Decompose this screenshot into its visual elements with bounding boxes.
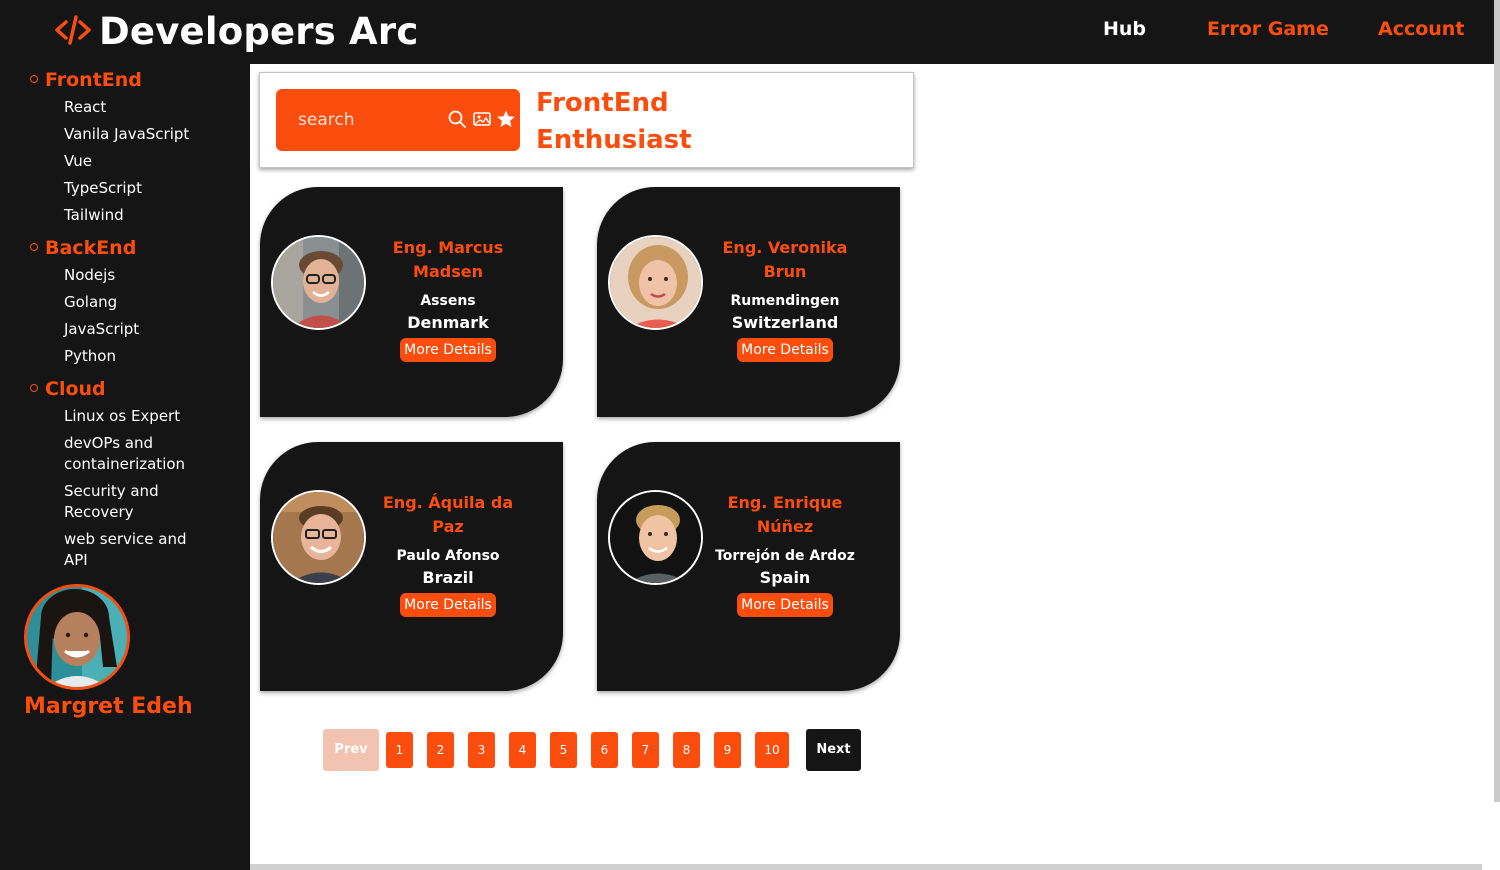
developer-name: Eng. Veronika Brun [722, 238, 848, 281]
sidebar-item-devops[interactable]: devOPs and containerization [64, 433, 214, 475]
circle-bullet-icon [30, 74, 38, 83]
developer-country: Brazil [422, 568, 474, 587]
sidebar-item-web-service[interactable]: web service and API [64, 529, 214, 571]
circle-bullet-icon [30, 242, 38, 251]
developer-card: Eng. Veronika Brun Rumendingen Switzerla… [597, 187, 900, 417]
category-label: BackEnd [45, 237, 137, 259]
page-button-10[interactable]: 10 [755, 732, 789, 768]
developer-card: Eng. Enrique Núñez Torrejón de Ardoz Spa… [597, 442, 900, 691]
developer-avatar [608, 490, 703, 585]
developer-info: Eng. Enrique Núñez Torrejón de Ardoz Spa… [715, 491, 855, 617]
nav-error-game[interactable]: Error Game [1207, 18, 1329, 40]
category-label: FrontEnd [45, 69, 142, 91]
profile-name[interactable]: Margret Edeh [24, 694, 193, 719]
sidebar: FrontEnd React Vanila JavaScript Vue Typ… [0, 64, 250, 870]
next-page-button[interactable]: Next [806, 729, 861, 771]
star-icon[interactable] [496, 109, 516, 129]
vertical-scrollbar[interactable] [1494, 0, 1500, 802]
page-button-1[interactable]: 1 [386, 732, 413, 768]
developer-name: Eng. Marcus Madsen [392, 238, 504, 281]
developer-city: Paulo Afonso [396, 548, 500, 564]
developer-info: Eng. Áquila da Paz Paulo Afonso Brazil M… [378, 491, 518, 617]
sidebar-category-frontend[interactable]: FrontEnd [30, 69, 142, 91]
developer-info: Eng. Veronika Brun Rumendingen Switzerla… [715, 236, 855, 362]
nav-hub[interactable]: Hub [1103, 18, 1146, 40]
more-details-button[interactable]: More Details [400, 593, 496, 617]
developer-city: Assens [420, 293, 476, 309]
developer-avatar [271, 490, 366, 585]
page-button-8[interactable]: 8 [673, 732, 700, 768]
more-details-button[interactable]: More Details [737, 593, 833, 617]
page-button-5[interactable]: 5 [550, 732, 577, 768]
developer-avatar [271, 235, 366, 330]
page-button-9[interactable]: 9 [714, 732, 741, 768]
developer-city: Torrejón de Ardoz [715, 548, 855, 564]
developer-country: Denmark [407, 313, 489, 332]
page-button-4[interactable]: 4 [509, 732, 536, 768]
sidebar-item-tailwind[interactable]: Tailwind [64, 205, 214, 226]
developer-country: Switzerland [731, 313, 839, 332]
brand-title[interactable]: Developers Arc [99, 10, 418, 53]
search-bar [276, 89, 520, 151]
sidebar-item-vanila-javascript[interactable]: Vanila JavaScript [64, 124, 214, 145]
developer-avatar [608, 235, 703, 330]
nav-account[interactable]: Account [1378, 18, 1464, 40]
prev-page-button[interactable]: Prev [323, 729, 379, 771]
code-icon [55, 15, 91, 45]
sidebar-item-python[interactable]: Python [64, 346, 214, 367]
sidebar-category-backend[interactable]: BackEnd [30, 237, 136, 259]
sidebar-item-react[interactable]: React [64, 97, 214, 118]
horizontal-scrollbar[interactable] [250, 864, 1482, 870]
page-button-6[interactable]: 6 [591, 732, 618, 768]
profile-avatar[interactable] [24, 584, 130, 690]
developer-name: Eng. Áquila da Paz [382, 493, 514, 536]
search-input[interactable] [298, 108, 438, 132]
page-button-3[interactable]: 3 [468, 732, 495, 768]
sidebar-item-vue[interactable]: Vue [64, 151, 214, 172]
more-details-button[interactable]: More Details [737, 338, 833, 362]
category-label: Cloud [45, 378, 106, 400]
sidebar-item-typescript[interactable]: TypeScript [64, 178, 214, 199]
search-panel: FrontEnd Enthusiast [259, 72, 914, 168]
developer-name: Eng. Enrique Núñez [727, 493, 843, 536]
sidebar-item-nodejs[interactable]: Nodejs [64, 265, 214, 286]
developer-card: Eng. Marcus Madsen Assens Denmark More D… [260, 187, 563, 417]
developer-card: Eng. Áquila da Paz Paulo Afonso Brazil M… [260, 442, 563, 691]
image-icon[interactable] [472, 109, 492, 129]
circle-bullet-icon [30, 383, 38, 392]
sidebar-item-javascript[interactable]: JavaScript [64, 319, 214, 340]
sidebar-item-security[interactable]: Security and Recovery [64, 481, 214, 523]
developer-city: Rumendingen [730, 293, 840, 309]
more-details-button[interactable]: More Details [400, 338, 496, 362]
sidebar-item-golang[interactable]: Golang [64, 292, 214, 313]
page-button-2[interactable]: 2 [427, 732, 454, 768]
developer-country: Spain [759, 568, 811, 587]
top-navbar: Developers Arc Hub Error Game Account [0, 0, 1500, 64]
page-heading: FrontEnd Enthusiast [536, 88, 692, 155]
search-icon[interactable] [447, 109, 467, 129]
page-button-7[interactable]: 7 [632, 732, 659, 768]
developer-info: Eng. Marcus Madsen Assens Denmark More D… [378, 236, 518, 362]
sidebar-category-cloud[interactable]: Cloud [30, 378, 106, 400]
sidebar-item-linux[interactable]: Linux os Expert [64, 406, 214, 427]
